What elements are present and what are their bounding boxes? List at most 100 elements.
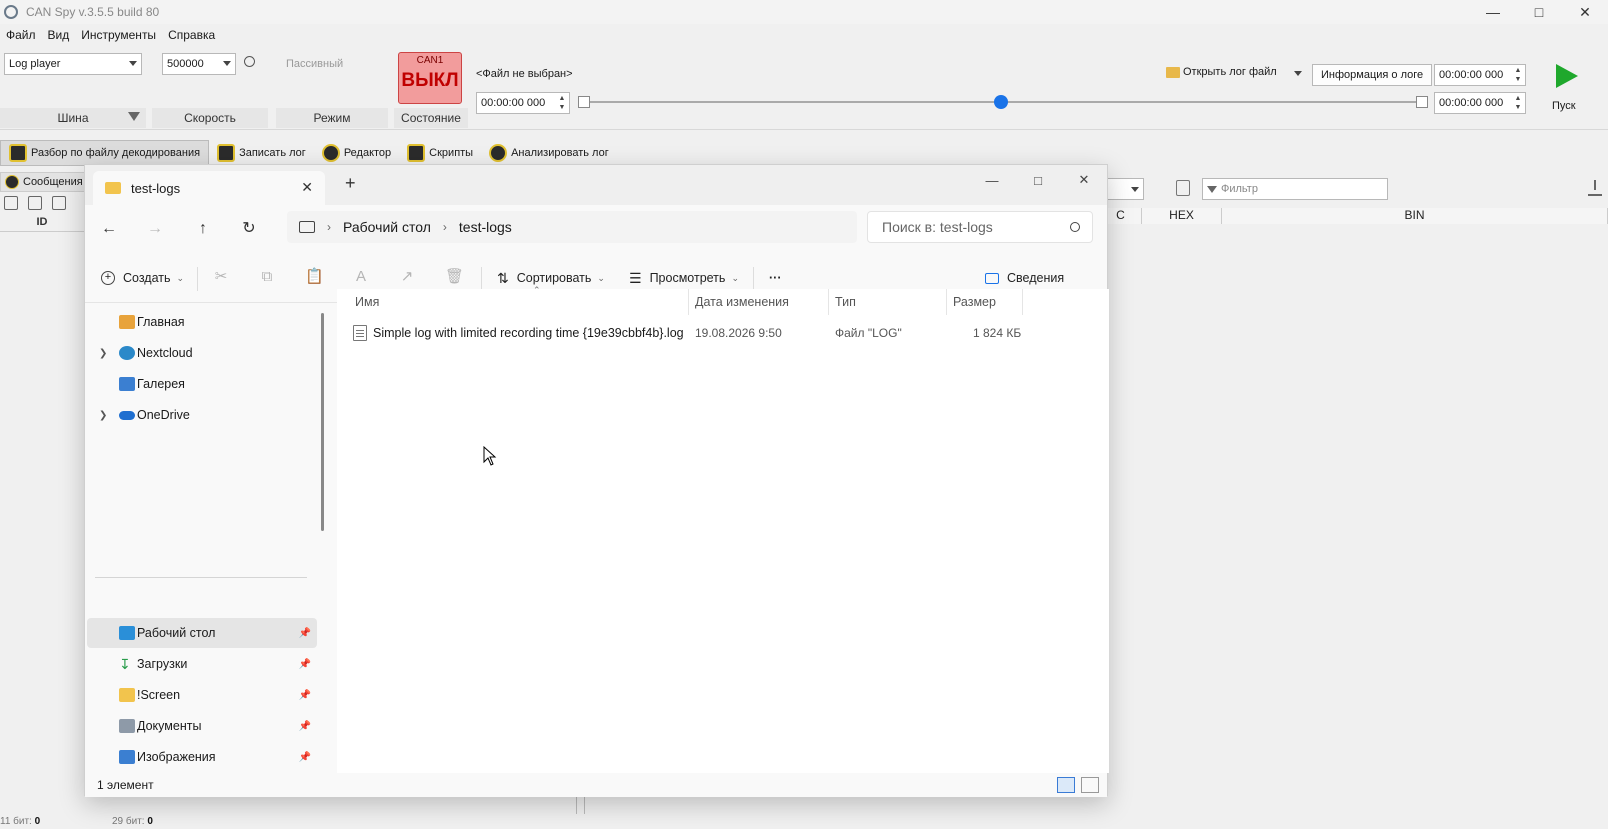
chevron-right-icon[interactable]: ❯ [99,348,107,359]
speed-select[interactable]: 500000 [162,53,236,75]
more-options-icon[interactable]: ··· [769,267,782,289]
nav-item-screen[interactable]: !Screen 📌 [87,680,317,710]
sort-button[interactable]: ⇅ Сортировать ⌄ [497,267,605,289]
menu-tools[interactable]: Инструменты [75,26,162,46]
nav-item-pictures[interactable]: Изображения 📌 [87,742,317,772]
play-icon[interactable] [1556,64,1578,88]
nav-item-documents[interactable]: Документы 📌 [87,711,317,741]
address-bar[interactable]: › Рабочий стол › test-logs [287,211,857,243]
pin-icon[interactable]: 📌 [299,659,311,670]
column-header-name[interactable]: Имя [349,289,689,315]
refresh-icon[interactable]: ↻ [237,217,261,241]
plus-icon: + [101,271,115,285]
minimize-button[interactable]: — [1470,0,1516,24]
delete-icon[interactable]: 🗑 [445,269,464,285]
file-type: Файл "LOG" [835,326,902,340]
breadcrumb-test-logs[interactable]: test-logs [459,219,512,235]
spinner-icon[interactable]: ▲ ▼ [1512,66,1524,84]
details-view-icon[interactable] [1057,777,1075,793]
explorer-close-button[interactable]: ✕ [1061,165,1107,195]
time-field-top[interactable]: 00:00:00 000 ▲ ▼ [1434,64,1526,86]
folder-icon [1166,66,1180,78]
pin-icon[interactable]: 📌 [299,628,311,639]
slider-start-handle[interactable] [578,96,590,108]
menu-help[interactable]: Справка [162,26,221,46]
pin-icon[interactable]: 📌 [299,721,311,732]
view-button[interactable]: ☰ Просмотреть ⌄ [629,267,739,289]
search-icon[interactable] [244,56,255,67]
slider-end-handle[interactable] [1416,96,1428,108]
search-input[interactable]: Поиск в: test-logs [867,211,1093,243]
rename-icon[interactable]: A [353,269,369,285]
new-tab-icon[interactable]: + [345,173,356,194]
filter-input[interactable]: Фильтр [1202,178,1388,200]
details-label: Сведения [1007,271,1065,285]
up-icon[interactable]: ↑ [191,217,215,241]
pin-icon[interactable]: 📌 [299,690,311,701]
filter-icon[interactable] [128,112,140,121]
network-icon[interactable] [28,196,42,210]
cut-icon[interactable]: ✂ [213,269,229,285]
explorer-maximize-button[interactable]: □ [1015,165,1061,195]
maximize-button[interactable]: □ [1516,0,1562,24]
record-log-button[interactable]: Записать лог [209,140,314,166]
editor-button[interactable]: Редактор [314,140,399,166]
play-label: Пуск [1552,100,1576,112]
scripts-button[interactable]: Скрипты [399,140,481,166]
close-button[interactable]: ✕ [1562,0,1608,24]
eraser-icon[interactable] [52,196,66,210]
nav-scrollbar[interactable] [321,313,324,531]
copy-icon[interactable]: ⧉ [259,269,275,285]
spinner-icon[interactable]: ▲ ▼ [1512,94,1524,112]
nav-item-gallery[interactable]: Галерея [87,369,317,399]
start-time-field[interactable]: 00:00:00 000 ▲ ▼ [476,92,570,114]
id-column-header[interactable]: ID [0,216,84,232]
can1-state-button[interactable]: CAN1 ВЫКЛ [398,52,462,104]
chevron-right-icon[interactable]: ❯ [99,410,107,421]
nav-item-nextcloud[interactable]: ❯ Nextcloud [87,338,317,368]
column-header-modified[interactable]: Дата изменения [689,289,829,315]
open-log-dropdown-icon[interactable] [1294,71,1302,76]
menu-view[interactable]: Вид [42,26,76,46]
time-field-bottom[interactable]: 00:00:00 000 ▲ ▼ [1434,92,1526,114]
status-separator [584,796,585,814]
create-button[interactable]: + Создать ⌄ [101,267,184,289]
copy-icon[interactable] [1176,180,1190,196]
paste-icon[interactable]: 📋 [305,269,324,285]
menu-file[interactable]: Файл [0,26,42,46]
analyze-log-button[interactable]: Анализировать лог [481,140,617,166]
analyze-log-label: Анализировать лог [511,147,609,159]
file-row[interactable]: Simple log with limited recording time {… [353,321,1033,345]
view-icon: ☰ [629,269,642,286]
messages-tab[interactable]: Сообщения [0,172,88,192]
decoder-icon [9,144,27,162]
log-info-button[interactable]: Информация о логе [1312,64,1433,86]
column-header-size[interactable]: Размер [947,289,1023,315]
nav-item-home[interactable]: Главная [87,307,317,337]
back-icon[interactable]: ← [97,217,121,241]
nav-item-desktop[interactable]: Рабочий стол 📌 [87,618,317,648]
script-icon [407,144,426,162]
pictures-icon [119,750,135,764]
column-header-type[interactable]: Тип [829,289,947,315]
chart-icon[interactable] [4,196,18,210]
close-tab-icon[interactable]: ✕ [301,179,313,196]
decode-by-file-button[interactable]: Разбор по файлу декодирования [0,140,210,166]
details-button[interactable]: Сведения [985,267,1064,289]
column-header-bin[interactable]: BIN [1222,208,1608,224]
nav-item-onedrive[interactable]: ❯ OneDrive [87,400,317,430]
explorer-tab[interactable]: test-logs ✕ [93,171,325,205]
share-icon[interactable]: ↗ [399,269,415,285]
playback-slider-thumb[interactable] [994,95,1008,109]
column-header-hex[interactable]: HEX [1142,208,1222,224]
tiles-view-icon[interactable] [1081,777,1099,793]
pin-icon[interactable]: 📌 [299,752,311,763]
forward-icon[interactable]: → [143,217,167,241]
bus-select[interactable]: Log player [4,53,142,75]
spinner-icon[interactable]: ▲ ▼ [556,94,568,112]
nav-item-downloads[interactable]: ↧ Загрузки 📌 [87,649,317,679]
open-log-button[interactable]: Открыть лог файл [1166,66,1277,78]
explorer-minimize-button[interactable]: — [969,165,1015,195]
download-icon[interactable] [1588,180,1602,196]
breadcrumb-desktop[interactable]: Рабочий стол [343,219,431,235]
